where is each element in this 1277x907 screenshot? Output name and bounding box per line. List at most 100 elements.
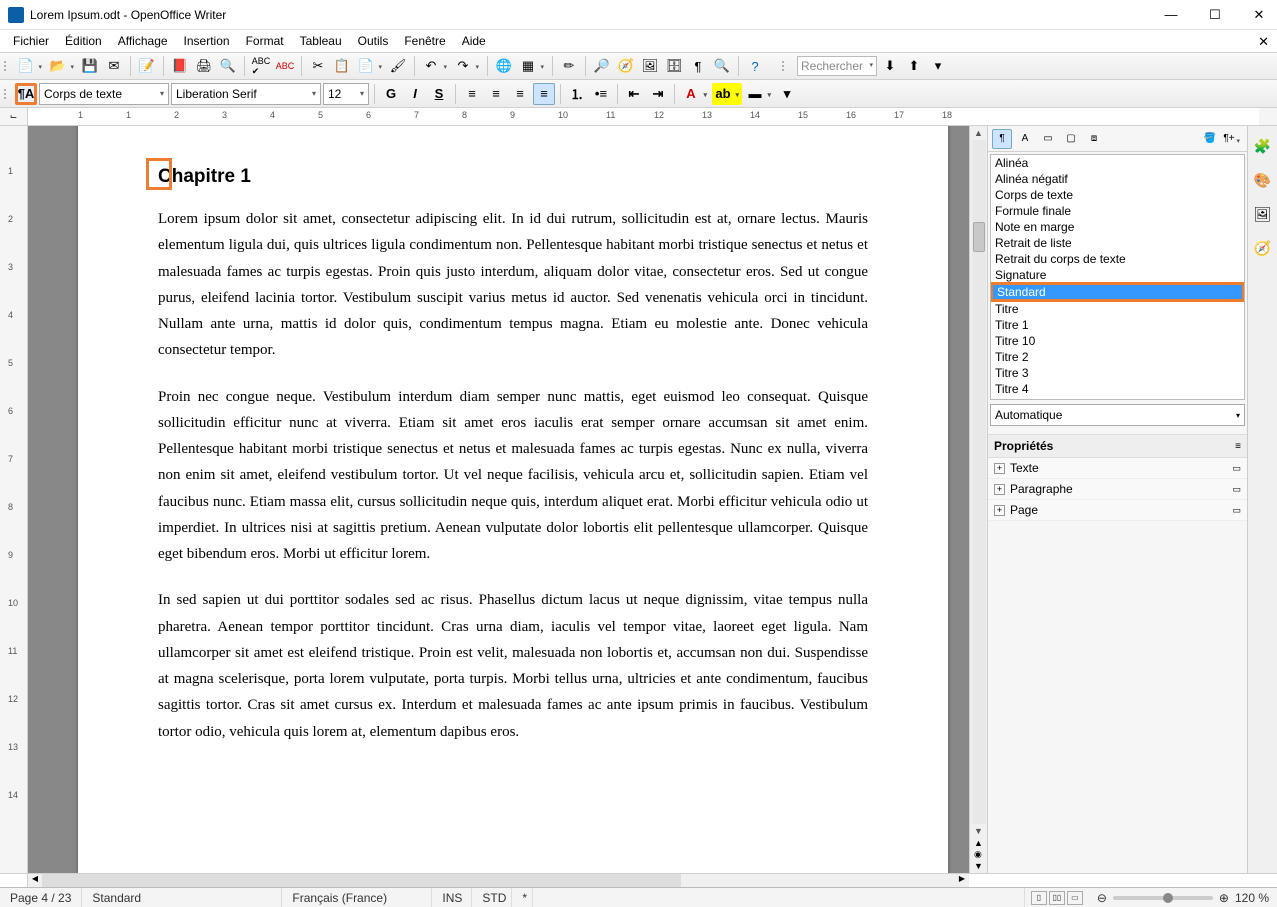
styles-formatting-button[interactable]: ¶A: [15, 83, 37, 105]
styles-list[interactable]: AlinéaAlinéa négatifCorps de texteFormul…: [990, 154, 1245, 400]
bold-button[interactable]: G: [380, 83, 402, 105]
align-left-button[interactable]: ≡: [461, 83, 483, 105]
style-item[interactable]: Alinéa négatif: [991, 171, 1244, 187]
style-item[interactable]: Standard: [990, 282, 1245, 302]
paragraph-style-combo[interactable]: Corps de texte: [39, 83, 169, 105]
properties-section-paragraphe[interactable]: + Paragraphe ▭: [988, 479, 1247, 500]
style-filter-combo[interactable]: Automatique: [990, 404, 1245, 426]
navigator-button[interactable]: 🧭: [615, 55, 637, 77]
print-button[interactable]: 🖨: [193, 55, 215, 77]
status-insert-mode[interactable]: INS: [432, 888, 472, 907]
scroll-down-icon[interactable]: ▼: [974, 826, 983, 836]
fill-format-mode-button[interactable]: 🪣: [1200, 129, 1220, 149]
next-page-button[interactable]: ▼: [974, 861, 983, 871]
style-item[interactable]: Titre 5: [991, 397, 1244, 400]
collapse-section-icon[interactable]: ▭: [1232, 505, 1241, 516]
increase-indent-button[interactable]: ⇥: [647, 83, 669, 105]
style-item[interactable]: Titre 1: [991, 317, 1244, 333]
find-replace-button[interactable]: 🔎: [591, 55, 613, 77]
expander-icon[interactable]: +: [994, 505, 1005, 516]
status-style[interactable]: Standard: [82, 888, 282, 907]
toolbar-grip-fmt[interactable]: [4, 89, 10, 99]
find-next-down-button[interactable]: ⬇: [879, 55, 901, 77]
decrease-indent-button[interactable]: ⇤: [623, 83, 645, 105]
menu-help[interactable]: Aide: [455, 32, 493, 50]
zoom-button[interactable]: 🔍: [711, 55, 733, 77]
menu-format[interactable]: Format: [239, 32, 291, 50]
undo-button[interactable]: ↶: [420, 55, 450, 77]
heading-chapitre[interactable]: Chapitre 1: [158, 166, 868, 188]
align-justify-button[interactable]: ≡: [533, 83, 555, 105]
style-item[interactable]: Formule finale: [991, 203, 1244, 219]
horizontal-scrollbar[interactable]: ◀ ▶: [0, 873, 1277, 887]
numbered-list-button[interactable]: ⒈: [566, 83, 588, 105]
font-color-button[interactable]: A: [680, 83, 710, 105]
align-center-button[interactable]: ≡: [485, 83, 507, 105]
menu-edit[interactable]: Édition: [58, 32, 109, 50]
data-sources-button[interactable]: 🗄: [663, 55, 685, 77]
horizontal-ruler[interactable]: 1123456789101112131415161718: [28, 108, 1259, 125]
properties-section-texte[interactable]: + Texte ▭: [988, 458, 1247, 479]
save-button[interactable]: 💾: [79, 55, 101, 77]
character-styles-button[interactable]: A: [1015, 129, 1035, 149]
menu-view[interactable]: Affichage: [111, 32, 175, 50]
styles-tab-button[interactable]: 🎨: [1251, 168, 1275, 192]
cut-button[interactable]: ✂: [307, 55, 329, 77]
menu-window[interactable]: Fenêtre: [397, 32, 452, 50]
maximize-button[interactable]: ☐: [1205, 7, 1225, 23]
status-page[interactable]: Page 4 / 23: [0, 888, 82, 907]
font-name-combo[interactable]: Liberation Serif: [171, 83, 321, 105]
copy-button[interactable]: 📋: [331, 55, 353, 77]
properties-tab-button[interactable]: 🧩: [1251, 134, 1275, 158]
menu-insert[interactable]: Insertion: [177, 32, 237, 50]
paragraph-styles-button[interactable]: ¶: [992, 129, 1012, 149]
new-document-button[interactable]: 📄: [15, 55, 45, 77]
paragraph-3[interactable]: In sed sapien ut dui porttitor sodales s…: [158, 587, 868, 745]
expander-icon[interactable]: +: [994, 463, 1005, 474]
paste-button[interactable]: 📄: [355, 55, 385, 77]
help-button[interactable]: ?: [744, 55, 766, 77]
auto-spellcheck-button[interactable]: ABC: [274, 55, 296, 77]
font-size-combo[interactable]: 12: [323, 83, 369, 105]
style-item[interactable]: Corps de texte: [991, 187, 1244, 203]
scroll-up-icon[interactable]: ▲: [974, 128, 983, 138]
nav-select-button[interactable]: ◉: [974, 849, 983, 860]
italic-button[interactable]: I: [404, 83, 426, 105]
prev-page-button[interactable]: ▲: [974, 838, 983, 848]
navigator-tab-button[interactable]: 🧭: [1251, 236, 1275, 260]
collapse-section-icon[interactable]: ▭: [1232, 484, 1241, 495]
status-language[interactable]: Français (France): [282, 888, 432, 907]
vertical-scrollbar[interactable]: ▲ ▼ ▲ ◉ ▼: [969, 126, 987, 873]
hyperlink-button[interactable]: 🌐: [493, 55, 515, 77]
fmt-toolbar-overflow-button[interactable]: ▾: [776, 83, 798, 105]
search-input[interactable]: Rechercher: [797, 56, 877, 76]
gallery-tab-button[interactable]: 🖼: [1251, 202, 1275, 226]
edit-file-button[interactable]: 📝: [136, 55, 158, 77]
underline-button[interactable]: S: [428, 83, 450, 105]
vertical-ruler[interactable]: 1234567891011121314: [0, 126, 28, 873]
format-paintbrush-button[interactable]: 🖌: [387, 55, 409, 77]
minimize-button[interactable]: —: [1161, 7, 1181, 22]
scroll-left-icon[interactable]: ◀: [28, 874, 42, 887]
style-item[interactable]: Alinéa: [991, 155, 1244, 171]
close-button[interactable]: ✕: [1249, 7, 1269, 23]
paragraph-2[interactable]: Proin nec congue neque. Vestibulum inter…: [158, 384, 868, 568]
show-draw-functions-button[interactable]: ✏: [558, 55, 580, 77]
expander-icon[interactable]: +: [994, 484, 1005, 495]
toolbar-overflow-button[interactable]: ▾: [927, 55, 949, 77]
properties-section-page[interactable]: + Page ▭: [988, 500, 1247, 521]
new-style-from-selection-button[interactable]: ¶+: [1223, 129, 1243, 149]
paragraph-1[interactable]: Lorem ipsum dolor sit amet, consectetur …: [158, 206, 868, 364]
style-item[interactable]: Titre 3: [991, 365, 1244, 381]
style-item[interactable]: Titre 4: [991, 381, 1244, 397]
print-preview-button[interactable]: 🔍: [217, 55, 239, 77]
gallery-button[interactable]: 🖼: [639, 55, 661, 77]
collapse-section-icon[interactable]: ▭: [1232, 463, 1241, 474]
open-button[interactable]: 📂: [47, 55, 77, 77]
style-item[interactable]: Titre 10: [991, 333, 1244, 349]
menu-table[interactable]: Tableau: [293, 32, 349, 50]
list-styles-button[interactable]: ⧈: [1084, 129, 1104, 149]
toolbar-grip[interactable]: [4, 61, 10, 71]
style-item[interactable]: Titre: [991, 301, 1244, 317]
menu-tools[interactable]: Outils: [351, 32, 396, 50]
